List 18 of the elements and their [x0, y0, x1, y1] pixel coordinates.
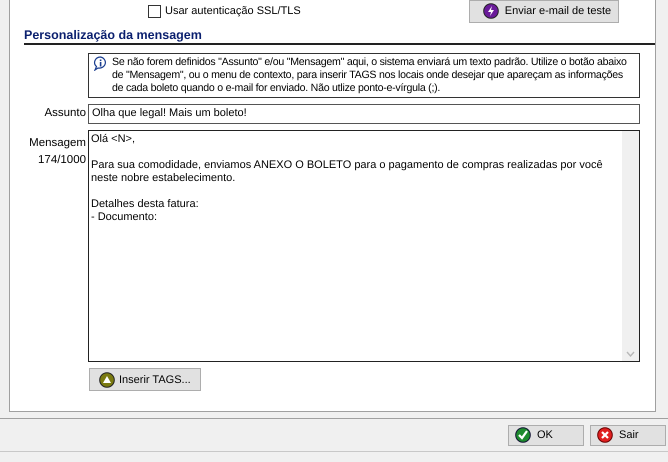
subject-field[interactable]: Olha que legal! Mais um boleto!	[88, 104, 640, 124]
insert-tags-button[interactable]: Inserir TAGS...	[89, 368, 201, 391]
send-test-email-button[interactable]: Enviar e-mail de teste	[468, 0, 619, 22]
check-icon	[515, 427, 531, 443]
checkbox-label: Usar autenticação SSL/TLS	[165, 5, 301, 17]
subject-label: Assunto	[43, 106, 87, 121]
message-text: Olá <N>, Para sua comodidade, enviamos ANEXO O BOLETO para o pagamento de compras realizadas por você neste nobre estabelecimento. Detalhes desta fatura: - Documento:	[90, 132, 604, 225]
close-icon	[597, 427, 613, 443]
checkbox[interactable]	[148, 4, 161, 18]
exit-button[interactable]: Sair	[590, 424, 666, 446]
message-field[interactable]: Olá <N>, Para sua comodidade, enviamos ANEXO O BOLETO para o pagamento de compras realizadas por você neste nobre estabelecimento. Detalhes desta fatura: - Documento:	[88, 130, 640, 362]
info-box: Se não forem definidos "Assunto" e/ou "Mensagem" aqui, o sistema enviará um texto padrão. Utilize o botão abaixo de "Mensagem", ou o menu de contexto, para inserir TAGS nos locais onde desejar que apareçam as informações de cada boleto quando o e-mail for enviado. Não utlize ponto-e-vírgula (;).	[88, 53, 640, 98]
message-label: Mensagem	[29, 137, 86, 149]
character-counter: 174/1000	[38, 154, 86, 166]
section-title: Personalização da mensagem	[24, 28, 655, 45]
ok-button[interactable]: OK	[508, 424, 584, 446]
lightning-icon	[482, 3, 499, 19]
info-icon	[93, 56, 108, 71]
